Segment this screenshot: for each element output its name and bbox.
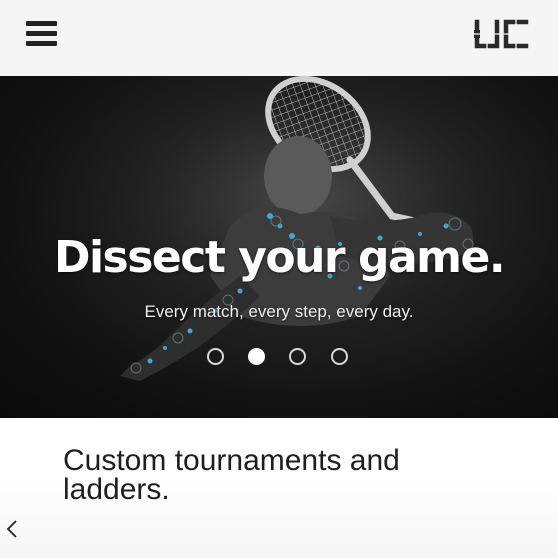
hero-subtitle: Every match, every step, every day. bbox=[144, 302, 414, 321]
section-heading: Custom tournaments and ladders. bbox=[63, 444, 400, 506]
hero-title: Dissect your game. bbox=[53, 232, 506, 283]
menu-bar-line bbox=[26, 41, 57, 46]
menu-bar-line bbox=[26, 31, 57, 36]
carousel-dot-4[interactable] bbox=[331, 348, 348, 365]
carousel-dot-3[interactable] bbox=[289, 348, 306, 365]
carousel-dot-1[interactable] bbox=[207, 348, 224, 365]
app-page: Dissect your game. Every match, every st… bbox=[0, 0, 558, 558]
uc-logo[interactable] bbox=[472, 16, 532, 56]
top-bar bbox=[0, 0, 558, 76]
content-section: Custom tournaments and ladders. bbox=[0, 418, 558, 558]
menu-bar-line bbox=[26, 21, 57, 26]
chevron-left-icon[interactable] bbox=[2, 518, 22, 540]
carousel-dot-2[interactable] bbox=[248, 348, 265, 365]
hero-carousel: Dissect your game. Every match, every st… bbox=[0, 76, 558, 418]
carousel-indicators bbox=[0, 348, 558, 372]
hamburger-menu-icon[interactable] bbox=[22, 16, 62, 52]
